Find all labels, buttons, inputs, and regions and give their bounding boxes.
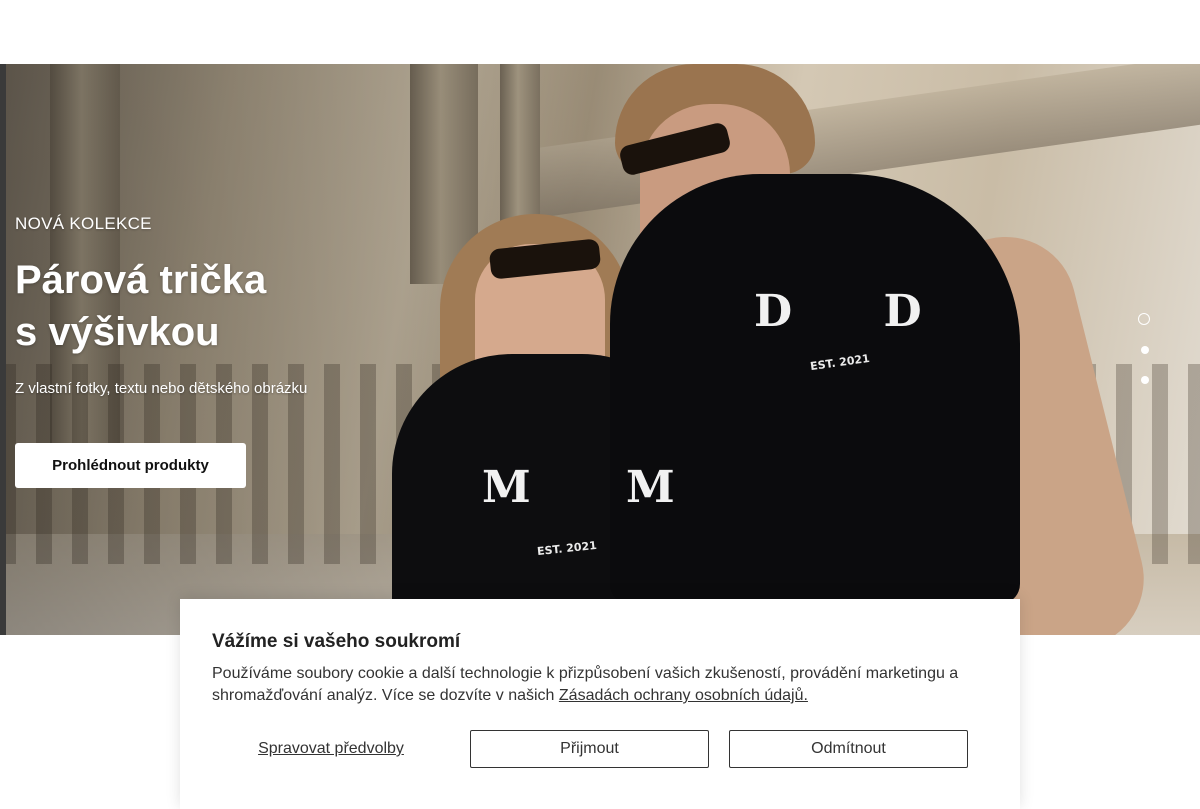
cookie-text: Používáme soubory cookie a další technol… (212, 663, 1002, 707)
cookie-title: Vážíme si vašeho soukromí (212, 631, 461, 652)
hero-headline-line1: Párová trička (15, 258, 267, 302)
cookie-consent-banner: Vážíme si vašeho soukromí Používáme soub… (180, 599, 1020, 809)
hero-edge (0, 64, 6, 635)
embroidery-mm: M M (482, 462, 715, 513)
man-tshirt (610, 174, 1020, 604)
hero-headline: Párová trička s výšivkou (15, 254, 307, 358)
hero-subtitle: Z vlastní fotky, textu nebo dětského obr… (15, 380, 308, 397)
hero-eyebrow: NOVÁ KOLEKCE (15, 214, 152, 233)
slide-dot-3[interactable] (1141, 376, 1149, 384)
privacy-policy-link[interactable]: Zásadách ochrany osobních údajů. (559, 687, 808, 704)
slide-dot-2[interactable] (1141, 346, 1149, 354)
hero-text-block: NOVÁ KOLEKCE Párová trička s výšivkou Z … (15, 214, 307, 397)
reject-cookies-button[interactable]: Odmítnout (729, 730, 968, 768)
manage-preferences-button[interactable]: Spravovat předvolby (212, 730, 450, 768)
hero-banner: M M EST. 2021 D D EST. 2021 NOVÁ KOLEKCE… (0, 64, 1200, 635)
slide-dot-1[interactable] (1138, 313, 1150, 325)
hero-headline-line2: s výšivkou (15, 310, 220, 354)
embroidery-dd: D D (754, 286, 960, 337)
top-header-bar (0, 0, 1200, 64)
accept-cookies-button[interactable]: Přijmout (470, 730, 709, 768)
browse-products-button[interactable]: Prohlédnout produkty (15, 443, 246, 488)
